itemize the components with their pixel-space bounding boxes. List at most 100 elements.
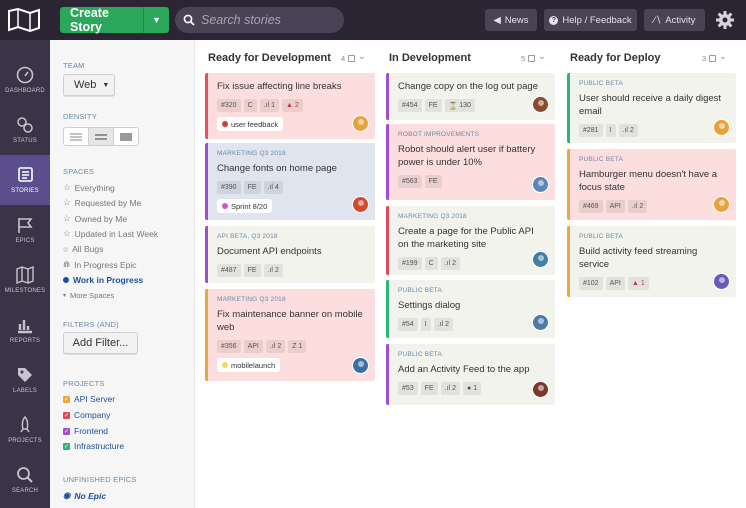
epic-no-epic[interactable]: ◉ No Epic bbox=[63, 490, 106, 501]
story-card[interactable]: MARKETING Q3 2018 Create a page for the P… bbox=[386, 206, 555, 275]
estimate-bars-icon: .ıl bbox=[267, 184, 273, 191]
search-input[interactable]: Search stories bbox=[175, 7, 344, 33]
column-select-checkbox[interactable] bbox=[348, 55, 356, 62]
story-card[interactable]: Fix issue affecting line breaks #320 C .ıl 1… bbox=[205, 73, 375, 139]
story-id-badge: #102 bbox=[579, 277, 603, 290]
project-frontend[interactable]: ✓ Frontend bbox=[63, 426, 108, 436]
label-text: Sprint 8/20 bbox=[231, 201, 268, 211]
story-id-badge-value: #563 bbox=[402, 178, 418, 185]
more-spaces-link[interactable]: ▾ More Spaces bbox=[63, 291, 114, 300]
checkbox-checked-icon[interactable]: ✓ bbox=[63, 427, 70, 435]
owner-avatar[interactable] bbox=[713, 119, 730, 136]
card-title: Build activity feed streaming service bbox=[579, 246, 698, 270]
label-tag[interactable]: Sprint 8/20 bbox=[217, 199, 273, 213]
create-story-button[interactable]: Create Story ▼ bbox=[60, 6, 169, 34]
team-select[interactable]: Web ▼ bbox=[63, 74, 115, 96]
card-badges: #469 API .ıl 2 bbox=[579, 200, 648, 213]
owner-avatar[interactable] bbox=[713, 273, 730, 290]
owner-avatar[interactable] bbox=[352, 357, 369, 374]
space-everything[interactable]: ☆ Everything bbox=[63, 182, 115, 193]
activity-button[interactable]: ⁄∖ Activity bbox=[644, 9, 705, 31]
space-requested-by-me[interactable]: ☆ Requested by Me bbox=[63, 197, 141, 208]
owner-avatar[interactable] bbox=[532, 96, 549, 113]
top-bar: Create Story ▼ Search stories ◀ News ? Hel… bbox=[0, 0, 746, 40]
sidebar-item-dashboard[interactable]: DASHBOARD bbox=[0, 55, 50, 105]
chevron-down-icon[interactable]: ▼ bbox=[143, 7, 169, 33]
owner-avatar[interactable] bbox=[532, 314, 549, 331]
story-card[interactable]: ROBOT IMPROVEMENTS Robot should alert use… bbox=[386, 124, 555, 200]
story-card[interactable]: MARKETING Q3 2018 Fix maintenance banner … bbox=[205, 289, 375, 381]
rocket-icon bbox=[20, 416, 30, 433]
project-badge: FE bbox=[424, 99, 442, 112]
chevron-down-icon[interactable]: ⌄ bbox=[538, 51, 546, 62]
project-badge-value: FE bbox=[428, 102, 438, 109]
extra-badge-value: 1 bbox=[473, 385, 478, 392]
project-badge-value: API bbox=[609, 280, 621, 287]
search-icon bbox=[17, 467, 33, 483]
checkbox-checked-icon[interactable]: ✓ bbox=[63, 442, 70, 450]
sidebar-item-stories[interactable]: STORIES bbox=[0, 155, 50, 205]
story-card[interactable]: PUBLIC BETA Build activity feed streaming… bbox=[567, 226, 736, 297]
label-tag[interactable]: mobilelaunch bbox=[217, 358, 281, 372]
space-in-progress-epic[interactable]: ⋒ In Progress Epic bbox=[63, 259, 137, 270]
help-icon: ? bbox=[549, 15, 559, 25]
sidebar-item-labels[interactable]: LABELS bbox=[0, 355, 50, 405]
story-card[interactable]: PUBLIC BETA Settings dialog #54 I .ıl 2 bbox=[386, 280, 555, 338]
sidebar-item-milestones[interactable]: MILESTONES bbox=[0, 255, 50, 305]
sidebar-item-reports[interactable]: REPORTS bbox=[0, 305, 50, 355]
owner-avatar[interactable] bbox=[352, 196, 369, 213]
story-card[interactable]: PUBLIC BETA User should receive a daily d… bbox=[567, 73, 736, 143]
density-normal-button[interactable] bbox=[89, 128, 114, 145]
card-badges: #454 FE ⌛ 130 bbox=[398, 99, 475, 112]
eye-icon: ◉ bbox=[63, 490, 71, 500]
gear-icon[interactable] bbox=[715, 10, 735, 30]
label-tag[interactable]: user feedback bbox=[217, 117, 284, 131]
estimate-bars-icon: .ıl bbox=[444, 385, 451, 392]
sidebar-item-status[interactable]: STATUS bbox=[0, 105, 50, 155]
column-select-checkbox[interactable] bbox=[528, 55, 536, 62]
project-infrastructure[interactable]: ✓ Infrastructure bbox=[63, 441, 124, 451]
column-select-checkbox[interactable] bbox=[709, 55, 717, 62]
density-compact-button[interactable] bbox=[64, 128, 89, 145]
card-epic-label: API BETA, Q3 2018 bbox=[217, 233, 278, 240]
space-work-in-progress[interactable]: Work in Progress bbox=[63, 275, 143, 285]
story-id-badge-value: #487 bbox=[221, 267, 237, 274]
help-feedback-button[interactable]: ? Help / Feedback bbox=[544, 9, 637, 31]
extra-badge: Z1 bbox=[288, 340, 307, 353]
add-filter-button[interactable]: Add Filter... bbox=[63, 332, 138, 354]
news-button[interactable]: ◀ News bbox=[485, 9, 537, 31]
story-id-badge: #54 bbox=[398, 318, 418, 331]
column-count-value: 5 bbox=[521, 54, 526, 63]
space-owned-by-me[interactable]: ☆ Owned by Me bbox=[63, 213, 127, 224]
density-large-button[interactable] bbox=[114, 128, 138, 145]
space-all-bugs[interactable]: ○ All Bugs bbox=[63, 244, 103, 254]
story-card[interactable]: API BETA, Q3 2018 Document API endpoints #… bbox=[205, 226, 375, 283]
story-card[interactable]: MARKETING Q3 2018 Change fonts on home pa… bbox=[205, 143, 375, 220]
sidebar-item-search[interactable]: SEARCH bbox=[0, 455, 50, 505]
news-label: News bbox=[504, 14, 529, 26]
sidebar-item-projects[interactable]: PROJECTS bbox=[0, 405, 50, 455]
story-card[interactable]: Change copy on the log out page #454 FE ⌛ 13… bbox=[386, 73, 555, 120]
label-dot-icon bbox=[222, 203, 228, 209]
extra-badge-value: 1 bbox=[298, 343, 303, 350]
story-card[interactable]: PUBLIC BETA Add an Activity Feed to the a… bbox=[386, 344, 555, 405]
space-updated-last-week[interactable]: ☆ Updated in Last Week bbox=[63, 228, 158, 239]
story-card[interactable]: PUBLIC BETA Hamburger menu doesn't have a… bbox=[567, 149, 736, 220]
chevron-down-icon[interactable]: ⌄ bbox=[358, 51, 366, 62]
checkbox-checked-icon[interactable]: ✓ bbox=[63, 395, 70, 403]
chevron-down-icon[interactable]: ⌄ bbox=[719, 51, 727, 62]
hourglass-icon: ⌛ bbox=[448, 102, 458, 110]
project-company[interactable]: ✓ Company bbox=[63, 410, 110, 420]
space-label: Work in Progress bbox=[73, 275, 144, 285]
owner-avatar[interactable] bbox=[713, 196, 730, 213]
owner-avatar[interactable] bbox=[352, 115, 369, 132]
space-label: Owned by Me bbox=[74, 213, 128, 224]
owner-avatar[interactable] bbox=[532, 381, 549, 398]
logo-icon[interactable] bbox=[6, 7, 42, 33]
owner-avatar[interactable] bbox=[532, 251, 549, 268]
checkbox-checked-icon[interactable]: ✓ bbox=[63, 411, 70, 419]
project-label: Company bbox=[74, 410, 111, 420]
project-api-server[interactable]: ✓ API Server bbox=[63, 394, 115, 404]
owner-avatar[interactable] bbox=[532, 176, 549, 193]
sidebar-item-epics[interactable]: EPICS bbox=[0, 205, 50, 255]
